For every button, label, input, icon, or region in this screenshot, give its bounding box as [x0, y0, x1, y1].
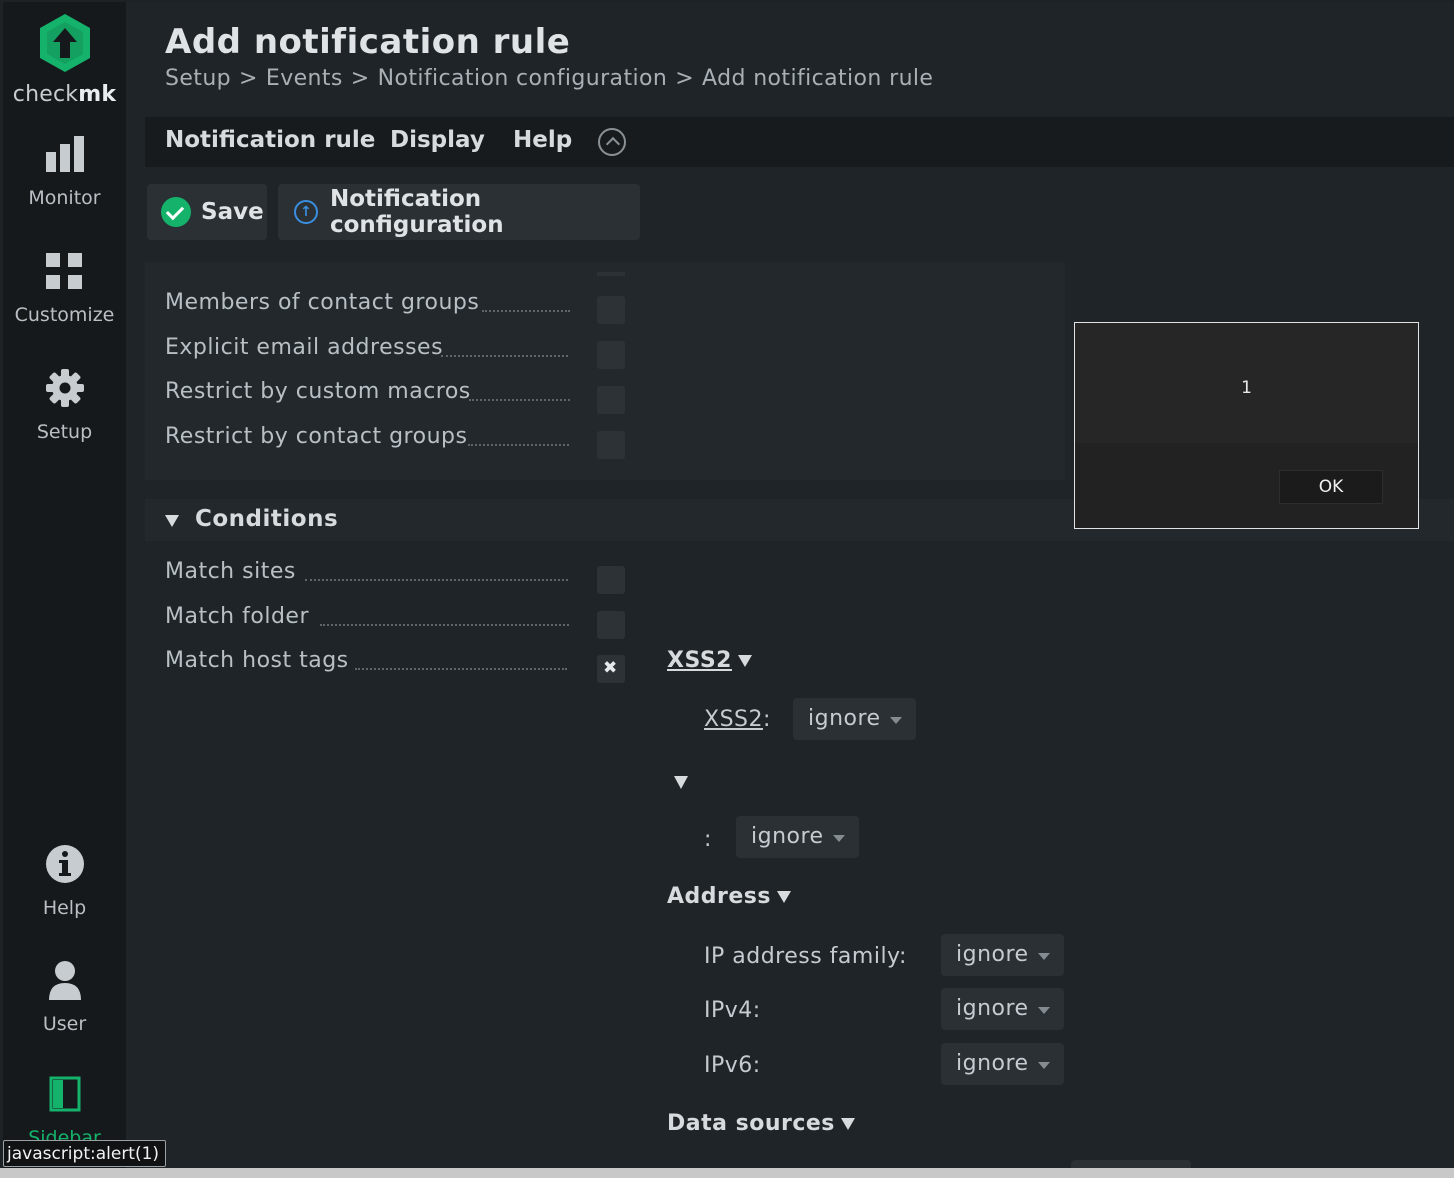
dropdown-arrow-icon: [833, 835, 845, 842]
alert-ok-button[interactable]: OK: [1279, 470, 1383, 504]
tag-xss2-label: XSS2:: [704, 707, 771, 732]
main-sidebar: checkmk Monitor Customize Setup Help Use…: [3, 2, 126, 1168]
contact-row-restrict-by-custom-macros: Restrict by custom macros: [165, 379, 471, 404]
user-icon: [48, 961, 81, 1000]
sidebar-item-label: Monitor: [28, 187, 101, 209]
breadcrumb-item-notification-configuration[interactable]: Notification configuration: [378, 66, 668, 91]
checkmark-icon: [161, 197, 191, 227]
notification-configuration-button[interactable]: ↑ Notification configuration: [278, 184, 640, 240]
match-folder-checkbox[interactable]: [597, 611, 625, 639]
sidebar-item-monitor[interactable]: Monitor: [3, 134, 126, 209]
notification-configuration-label: Notification configuration: [330, 186, 504, 238]
tag-group-xss2-toggle[interactable]: XSS2: [667, 648, 752, 673]
dropdown-arrow-icon: [1038, 1062, 1050, 1069]
grid-icon: [45, 253, 82, 289]
tag-unnamed-select[interactable]: ignore: [736, 816, 859, 858]
caret-down-icon: [737, 655, 752, 667]
ip-address-family-select[interactable]: ignore: [941, 934, 1064, 976]
leader-dots: [305, 579, 568, 581]
leader-dots: [441, 355, 568, 357]
leader-dots: [468, 444, 569, 446]
checkmk-logo[interactable]: checkmk: [3, 12, 126, 107]
data-sources-select[interactable]: [1071, 1160, 1191, 1168]
breadcrumb-separator: >: [675, 66, 695, 91]
explicit-email-addresses-checkbox[interactable]: [597, 341, 625, 369]
breadcrumb: Setup > Events > Notification configuration >…: [165, 66, 933, 91]
condition-row-match-host-tags: Match host tags: [165, 648, 349, 673]
condition-row-match-folder: Match folder: [165, 604, 309, 629]
caret-down-icon: [776, 891, 791, 903]
tag-group-data-sources-toggle[interactable]: Data sources: [667, 1111, 855, 1136]
menu-notification-rule[interactable]: Notification rule: [165, 127, 375, 153]
leader-dots: [482, 310, 570, 312]
breadcrumb-item-current: Add notification rule: [702, 66, 934, 91]
sidebar-item-setup[interactable]: Setup: [3, 368, 126, 443]
dropdown-arrow-icon: [890, 717, 902, 724]
bar-chart-icon: [45, 136, 84, 172]
info-icon: [45, 845, 84, 883]
ipv4-select[interactable]: ignore: [941, 988, 1064, 1030]
tag-xss2-select[interactable]: ignore: [793, 698, 916, 740]
conditions-title: Conditions: [195, 506, 339, 532]
sidebar-item-label: Setup: [36, 421, 93, 443]
save-button-label: Save: [201, 199, 264, 225]
sidebar-item-customize[interactable]: Customize: [3, 251, 126, 326]
arrow-up-circle-icon: ↑: [294, 200, 318, 224]
window-bottom-edge: [0, 1168, 1454, 1178]
match-sites-checkbox[interactable]: [597, 566, 625, 594]
ipv4-label: IPv4:: [704, 998, 761, 1023]
breadcrumb-item-setup[interactable]: Setup: [165, 66, 231, 91]
leader-dots: [320, 624, 569, 626]
save-button[interactable]: Save: [147, 184, 267, 240]
page-menu-bar: Notification rule Display Help: [145, 117, 1454, 167]
logo-text: checkmk: [12, 82, 117, 107]
gear-icon: [45, 369, 84, 407]
menu-display[interactable]: Display: [390, 127, 485, 153]
panel-divider: [597, 272, 625, 276]
sidebar-item-label: Customize: [14, 304, 115, 326]
app-frame: [3, 2, 1454, 1168]
tag-group-unnamed-toggle[interactable]: [674, 776, 688, 789]
sidebar-item-sidebar[interactable]: Sidebar: [3, 1074, 126, 1149]
collapse-menu-icon[interactable]: [598, 128, 626, 156]
sidebar-item-user[interactable]: User: [3, 960, 126, 1035]
restrict-by-contact-groups-checkbox[interactable]: [597, 431, 625, 459]
breadcrumb-item-events[interactable]: Events: [266, 66, 343, 91]
ipv6-select[interactable]: ignore: [941, 1043, 1064, 1085]
tag-xss2-link[interactable]: XSS2: [704, 707, 763, 732]
sidebar-item-label: Help: [42, 897, 87, 919]
caret-down-icon: [840, 1118, 855, 1130]
alert-dialog: 1 OK: [1074, 322, 1419, 529]
match-host-tags-checkbox[interactable]: [597, 655, 625, 683]
contact-row-explicit-email-addresses: Explicit email addresses: [165, 335, 444, 360]
sidebar-item-label: User: [42, 1013, 87, 1035]
tag-group-address-toggle[interactable]: Address: [667, 884, 791, 909]
condition-row-match-sites: Match sites: [165, 559, 296, 584]
restrict-by-custom-macros-checkbox[interactable]: [597, 386, 625, 414]
browser-status-url: javascript:alert(1): [3, 1140, 167, 1167]
members-of-contact-groups-checkbox[interactable]: [597, 296, 625, 324]
contact-row-restrict-by-contact-groups: Restrict by contact groups: [165, 424, 468, 449]
leader-dots: [469, 399, 570, 401]
ip-address-family-label: IP address family:: [704, 944, 907, 969]
dropdown-arrow-icon: [1038, 1007, 1050, 1014]
sidebar-item-help[interactable]: Help: [3, 844, 126, 919]
breadcrumb-separator: >: [239, 66, 258, 91]
alert-message: 1: [1241, 378, 1252, 398]
ipv6-label: IPv6:: [704, 1053, 761, 1078]
menu-help[interactable]: Help: [513, 127, 572, 153]
page-title: Add notification rule: [165, 22, 571, 62]
sidebar-icon: [49, 1076, 80, 1112]
checkmk-logo-icon: [39, 14, 90, 72]
tag-unnamed-label: :: [704, 827, 712, 852]
breadcrumb-separator: >: [350, 66, 370, 91]
collapse-triangle-icon: [165, 515, 179, 527]
contact-row-members-of-contact-groups: Members of contact groups: [165, 290, 480, 315]
dropdown-arrow-icon: [1038, 953, 1050, 960]
leader-dots: [355, 668, 567, 670]
